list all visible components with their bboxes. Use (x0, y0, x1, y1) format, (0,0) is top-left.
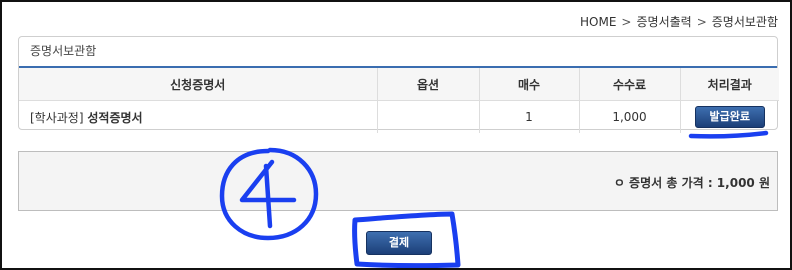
total-price-box: ㅇ 증명서 총 가격 : 1,000 원 (18, 151, 778, 211)
cell-fee: 1,000 (579, 100, 681, 133)
table-row: [학사과정] 성적증명서 1 1,000 발급완료 (19, 100, 779, 134)
certificate-table: 신청증명서 옵션 매수 수수료 처리결과 [학사과정] 성적증명서 1 1,00… (19, 68, 779, 133)
column-header-status: 처리결과 (680, 68, 779, 101)
breadcrumb-separator-icon: > (621, 14, 632, 29)
panel-title: 증명서보관함 (19, 37, 777, 68)
cell-count: 1 (479, 100, 580, 133)
column-header-certificate: 신청증명서 (19, 68, 378, 101)
column-header-fee: 수수료 (579, 68, 681, 101)
issued-complete-button[interactable]: 발급완료 (694, 106, 765, 128)
certificate-name: 성적증명서 (87, 110, 143, 125)
underline-annotation (688, 130, 769, 139)
table-header-row: 신청증명서 옵션 매수 수수료 처리결과 (19, 68, 779, 101)
cell-option (377, 100, 480, 133)
cell-certificate: [학사과정] 성적증명서 (19, 100, 378, 133)
breadcrumb-certificate-storage: 증명서보관함 (711, 15, 778, 29)
pay-button[interactable]: 결제 (366, 231, 432, 255)
certificate-category: [학사과정] (30, 110, 84, 125)
column-header-option: 옵션 (377, 68, 480, 101)
breadcrumb: HOME > 증명서출력 > 증명서보관함 (580, 13, 778, 30)
total-price-text: ㅇ 증명서 총 가격 : 1,000 원 (613, 176, 770, 190)
column-header-count: 매수 (479, 68, 580, 101)
certificate-storage-panel: 증명서보관함 신청증명서 옵션 매수 수수료 처리결과 [학사과정] 성적증명서 (18, 36, 779, 133)
cell-status: 발급완료 (680, 101, 779, 134)
breadcrumb-separator-icon: > (696, 14, 707, 29)
breadcrumb-home[interactable]: HOME (580, 15, 616, 29)
breadcrumb-certificate-print[interactable]: 증명서출력 (636, 13, 691, 30)
